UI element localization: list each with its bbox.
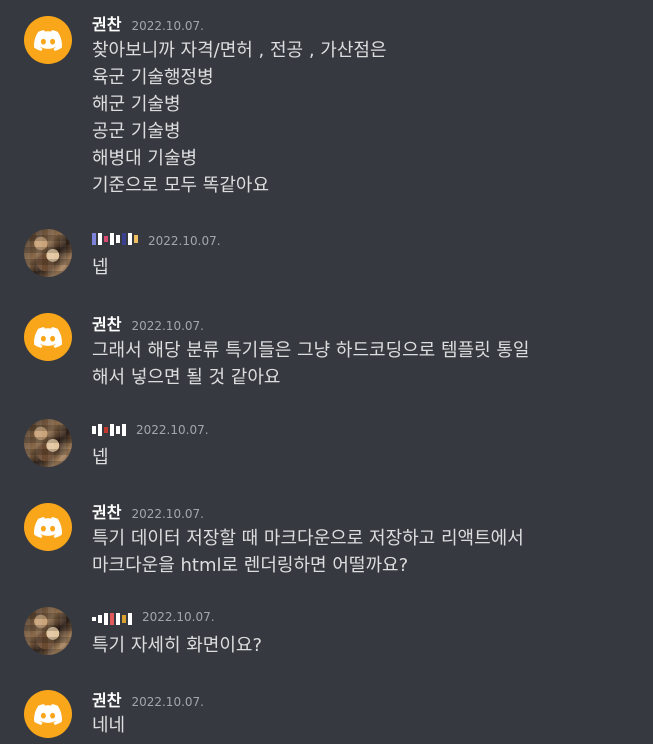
author-name[interactable]: 권찬 [92, 11, 121, 35]
user-avatar[interactable] [24, 419, 72, 467]
message-line: 공군 기술병 [92, 121, 181, 142]
user-avatar[interactable] [24, 229, 72, 277]
timestamp: 2022.10.07. [131, 507, 204, 521]
timestamp: 2022.10.07. [131, 19, 204, 33]
redacted-author-name[interactable] [92, 422, 126, 438]
user-avatar[interactable] [24, 607, 72, 655]
message-content: 그래서 해당 분류 특기들은 그냥 하드코딩으로 템플릿 통일 해서 넣으면 될… [92, 337, 530, 391]
message-line: 특기 자세히 화면이요? [92, 635, 263, 656]
discord-logo-icon[interactable] [24, 690, 72, 738]
message-line: 해군 기술병 [92, 94, 181, 115]
timestamp: 2022.10.07. [136, 423, 209, 437]
message-line: 육군 기술행정병 [92, 67, 214, 88]
timestamp: 2022.10.07. [148, 234, 221, 248]
message-line: 그래서 해당 분류 특기들은 그냥 하드코딩으로 템플릿 통일 [92, 340, 530, 361]
message-line: 해병대 기술병 [92, 148, 198, 169]
redacted-author-name[interactable] [92, 231, 138, 247]
message-line: 찾아보니까 자격/면허 , 전공 , 가산점은 [92, 40, 387, 61]
message-line: 해서 넣으면 될 것 같아요 [92, 367, 281, 388]
timestamp: 2022.10.07. [142, 610, 215, 624]
discord-logo-icon[interactable] [24, 503, 72, 551]
message-content: 넵 [92, 444, 109, 471]
message-content: 특기 데이터 저장할 때 마크다운으로 저장하고 리액트에서 마크다운을 htm… [92, 525, 524, 579]
timestamp: 2022.10.07. [131, 319, 204, 333]
message-content: 넵 [92, 254, 109, 281]
message-line: 넵 [92, 447, 109, 468]
message-line: 마크다운을 html로 렌더링하면 어떨까요? [92, 555, 409, 576]
author-name[interactable]: 권찬 [92, 499, 121, 523]
message-content: 찾아보니까 자격/면허 , 전공 , 가산점은 육군 기술행정병 해군 기술병 … [92, 37, 387, 199]
message-line: 기준으로 모두 똑같아요 [92, 175, 270, 196]
timestamp: 2022.10.07. [131, 695, 204, 709]
message-content: 네네 [92, 712, 125, 739]
message-line: 넵 [92, 257, 109, 278]
message-line: 네네 [92, 715, 126, 736]
discord-logo-icon[interactable] [24, 16, 72, 64]
message-line: 특기 데이터 저장할 때 마크다운으로 저장하고 리액트에서 [92, 528, 524, 549]
redacted-author-name[interactable] [92, 611, 132, 627]
discord-logo-icon[interactable] [24, 313, 72, 361]
author-name[interactable]: 권찬 [92, 311, 121, 335]
message-content: 특기 자세히 화면이요? [92, 632, 262, 659]
author-name[interactable]: 권찬 [92, 687, 121, 711]
